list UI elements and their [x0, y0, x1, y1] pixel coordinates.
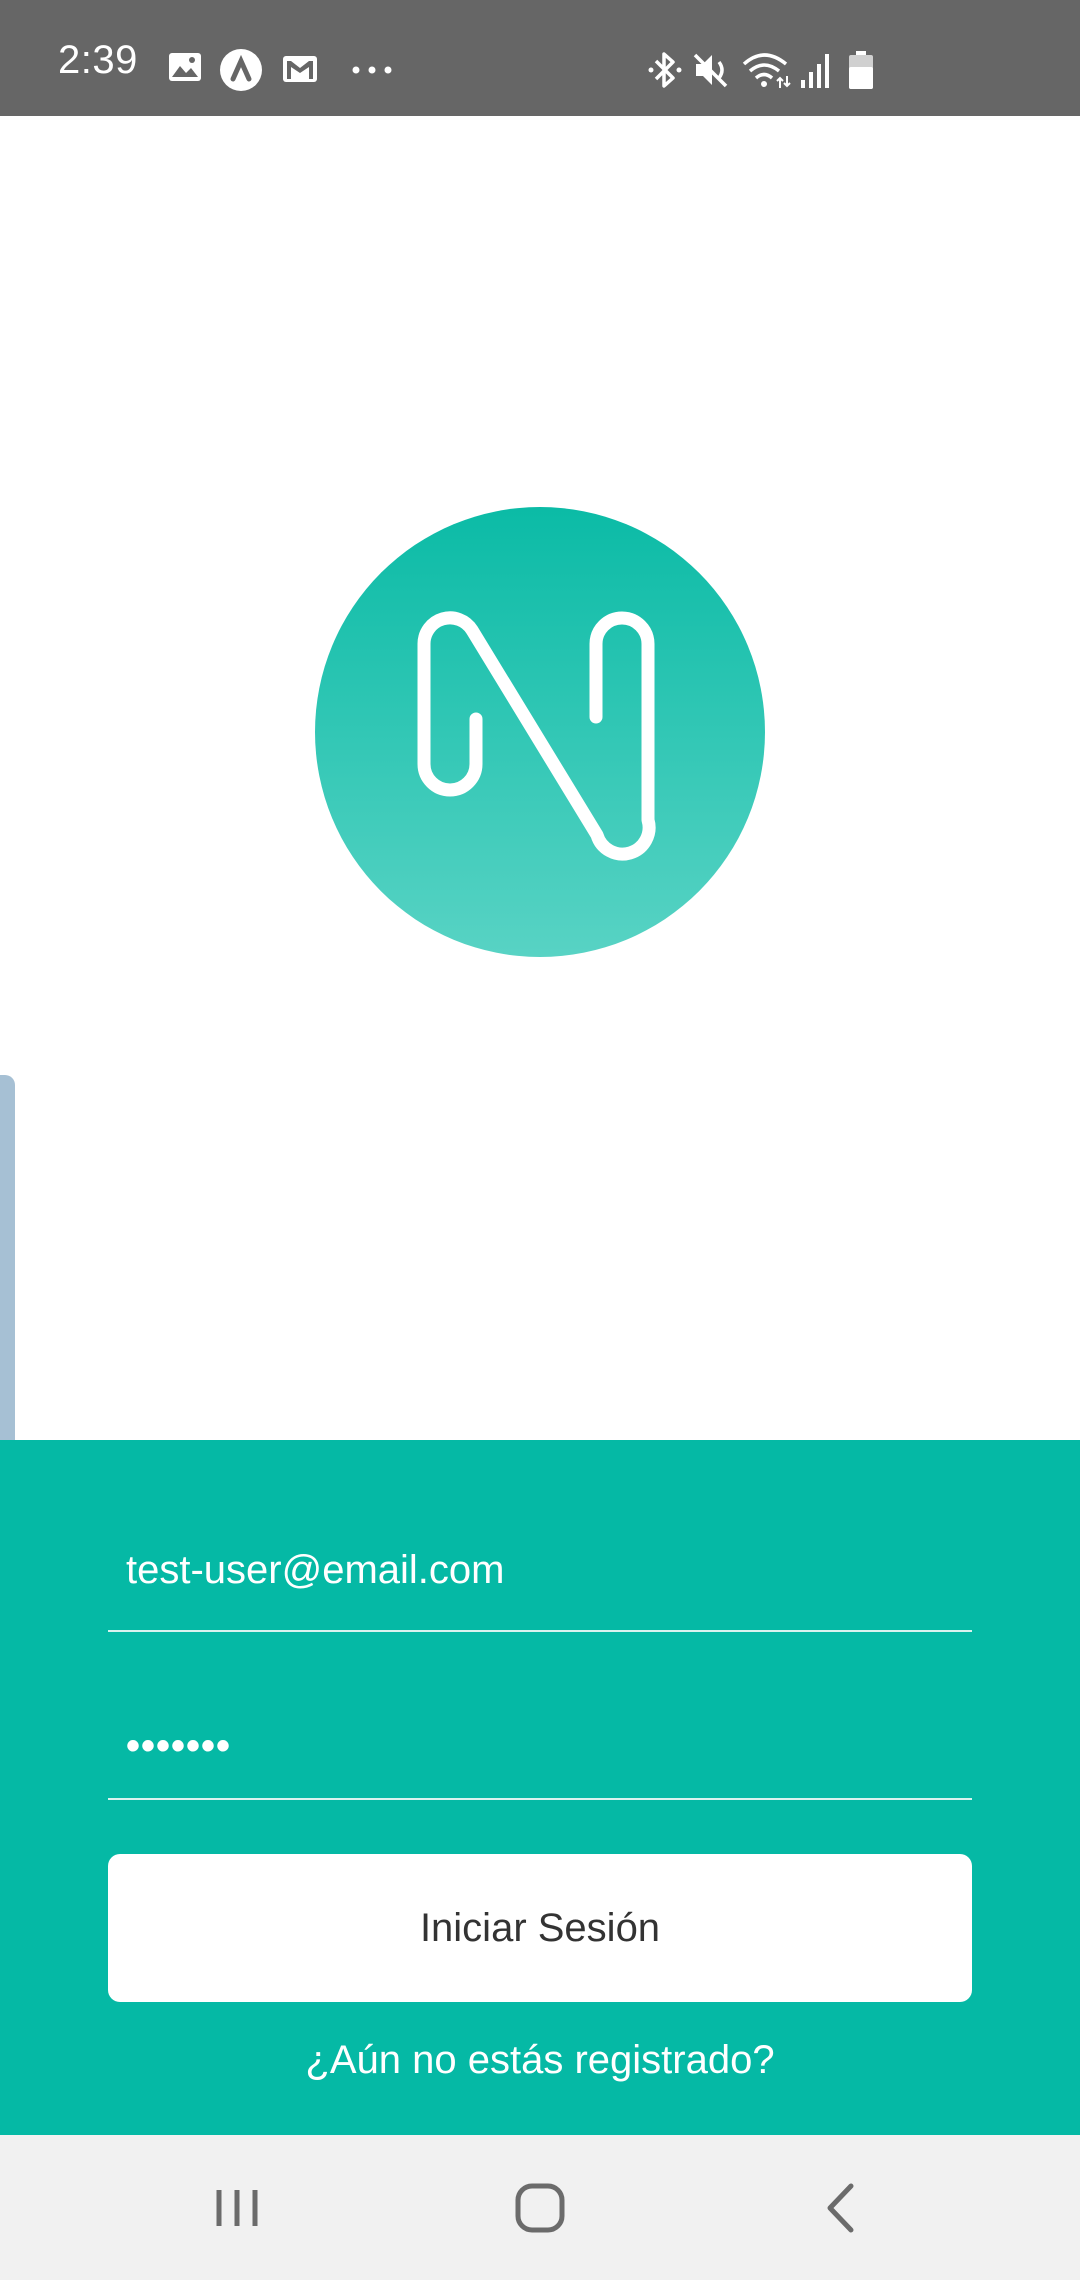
- gmail-icon: [282, 55, 318, 83]
- signal-icon: [800, 50, 834, 90]
- a-circle-icon: [220, 49, 262, 91]
- home-icon[interactable]: [505, 2173, 575, 2243]
- app-logo: [315, 507, 765, 957]
- password-field[interactable]: •••••••: [108, 1705, 972, 1800]
- login-panel: test-user@email.com ••••••• Iniciar Sesi…: [0, 1440, 1080, 2135]
- battery-icon: [848, 50, 874, 90]
- navigation-bar: [0, 2135, 1080, 2280]
- status-time: 2:39: [58, 38, 138, 82]
- recent-apps-icon[interactable]: [204, 2173, 274, 2243]
- email-field[interactable]: test-user@email.com: [108, 1540, 972, 1632]
- edge-panel-handle[interactable]: [0, 1075, 15, 1495]
- status-bar: 2:39: [0, 0, 1080, 116]
- more-dots-icon: [352, 66, 392, 74]
- mute-icon: [692, 50, 732, 90]
- back-icon[interactable]: [808, 2173, 878, 2243]
- wifi-icon: [742, 50, 792, 90]
- email-value: test-user@email.com: [126, 1548, 505, 1592]
- login-button[interactable]: Iniciar Sesión: [108, 1854, 972, 2002]
- n-logo-icon: [315, 507, 765, 957]
- login-screen: 2:39 test-user@email.com ••••••• Iniciar…: [0, 0, 1080, 2280]
- register-link[interactable]: ¿Aún no estás registrado?: [0, 2040, 1080, 2080]
- bluetooth-icon: [648, 50, 682, 90]
- password-value: •••••••: [126, 1724, 232, 1768]
- image-icon: [168, 52, 202, 82]
